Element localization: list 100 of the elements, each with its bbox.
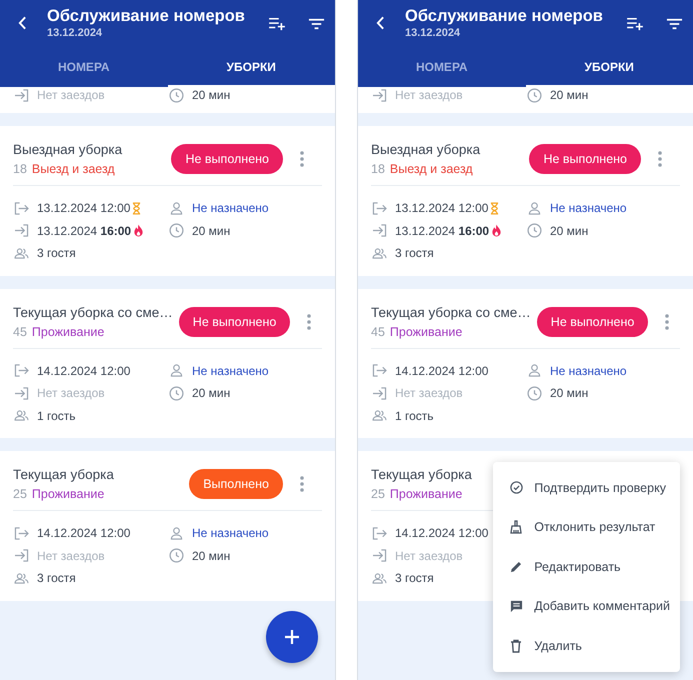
arrival-time: Нет заездов [37,386,105,400]
assignee-status: Не назначено [550,364,627,378]
hourglass-icon [132,202,142,215]
duration-text: 20 мин [550,224,588,238]
departure-time: 13.12.2024 12:00 [395,201,488,216]
assignee-status: Не назначено [192,364,269,378]
departure-time: 14.12.2024 12:00 [37,526,130,540]
header-date: 13.12.2024 [405,26,460,40]
people-icon [372,572,386,584]
arrival-time: Нет заездов [37,88,105,102]
menu-item[interactable]: Отклонить результат [493,508,680,547]
duration-text: 20 мин [550,386,588,400]
assignee-status: Не назначено [550,201,627,216]
enter-arrow-icon [14,88,28,102]
guest-count: 1 гость [395,408,434,423]
departure-time: 14.12.2024 12:00 [395,364,488,378]
guest-count: 3 гостя [395,571,434,586]
assignee-status: Не назначено [192,201,269,216]
card-title: Текущая уборка со сме… [371,304,531,322]
stay-type: Проживание [32,324,104,340]
status-chip: Не выполнено [529,144,641,174]
arrival-time: 13.12.2024 16:00 [37,224,132,238]
arrival-time: Нет заездов [395,88,463,102]
people-icon [14,572,28,584]
menu-item[interactable]: Добавить комментарий [493,586,680,626]
duration-text: 20 мин [192,88,230,102]
status-chip: Не выполнено [171,144,283,174]
people-icon [372,410,386,422]
menu-item[interactable]: Подтвердить проверку [493,468,680,508]
exit-arrow-icon [14,526,28,540]
room-number: 18 [13,161,27,178]
plus-icon [284,629,300,645]
screen-title: Обслуживание номеров [405,6,603,26]
duration-text: 20 мин [550,88,588,102]
back-icon[interactable] [376,16,385,30]
flame-icon [491,224,502,238]
status-chip: Выполнено [189,469,283,499]
person-icon [170,526,182,540]
enter-arrow-icon [372,224,386,238]
enter-arrow-icon [372,88,386,102]
people-icon [14,248,28,259]
clock-icon [168,548,184,564]
room-number: 25 [371,486,385,503]
room-number: 25 [13,486,27,503]
people-icon [14,410,28,422]
person-icon [170,364,182,378]
card-title: Текущая уборка со сме… [13,304,173,322]
arrival-time: Нет заездов [395,548,463,563]
assignee-status: Не назначено [192,526,269,540]
clock-icon [168,88,184,102]
clock-icon [526,223,542,238]
stay-type: Проживание [32,486,104,503]
departure-time: 14.12.2024 12:00 [395,526,488,540]
arrival-time: Нет заездов [395,386,463,400]
enter-arrow-icon [14,386,28,400]
person-icon [528,364,540,378]
back-icon[interactable] [18,16,27,30]
clock-icon [168,386,184,401]
hourglass-icon [490,202,500,215]
pencil-icon [510,560,523,574]
room-number: 45 [371,324,385,340]
room-number: 45 [13,324,27,340]
enter-arrow-icon [372,386,386,400]
trash-icon [510,638,522,653]
duration-text: 20 мин [192,224,230,238]
menu-item[interactable]: Удалить [493,626,680,666]
exit-arrow-icon [372,526,386,540]
exit-arrow-icon [14,202,28,215]
exit-arrow-icon [372,202,386,215]
person-icon [170,202,182,215]
filter-icon[interactable] [666,18,683,30]
flame-icon [133,224,144,238]
departure-time: 13.12.2024 12:00 [37,201,130,216]
tab[interactable]: НОМЕРА [358,48,526,87]
add-button[interactable] [266,611,318,663]
person-icon [528,202,540,215]
duration-text: 20 мин [192,386,230,400]
comment-icon [510,600,523,613]
status-chip: Не выполнено [536,306,648,336]
playlist-add-icon[interactable] [268,17,286,31]
card-title: Выездная уборка [371,141,480,159]
departure-time: 14.12.2024 12:00 [37,364,130,378]
guest-count: 3 гостя [37,246,76,260]
clock-icon [168,223,184,238]
card-title: Текущая уборка [371,466,472,484]
playlist-add-icon[interactable] [626,17,644,31]
broom-icon [510,520,522,534]
stay-type: Проживание [390,324,462,340]
tab[interactable]: НОМЕРА [0,48,168,87]
enter-arrow-icon [372,549,386,562]
menu-item[interactable]: Редактировать [493,547,680,586]
people-icon [372,248,386,259]
arrival-time: 13.12.2024 16:00 [395,224,490,238]
guest-count: 1 гость [37,408,76,423]
card-title: Текущая уборка [13,466,114,484]
check-circle-icon [510,481,523,494]
filter-icon[interactable] [308,18,325,30]
duration-text: 20 мин [192,548,230,563]
guest-count: 3 гостя [37,571,76,586]
stay-type: Выезд и заезд [32,161,115,178]
